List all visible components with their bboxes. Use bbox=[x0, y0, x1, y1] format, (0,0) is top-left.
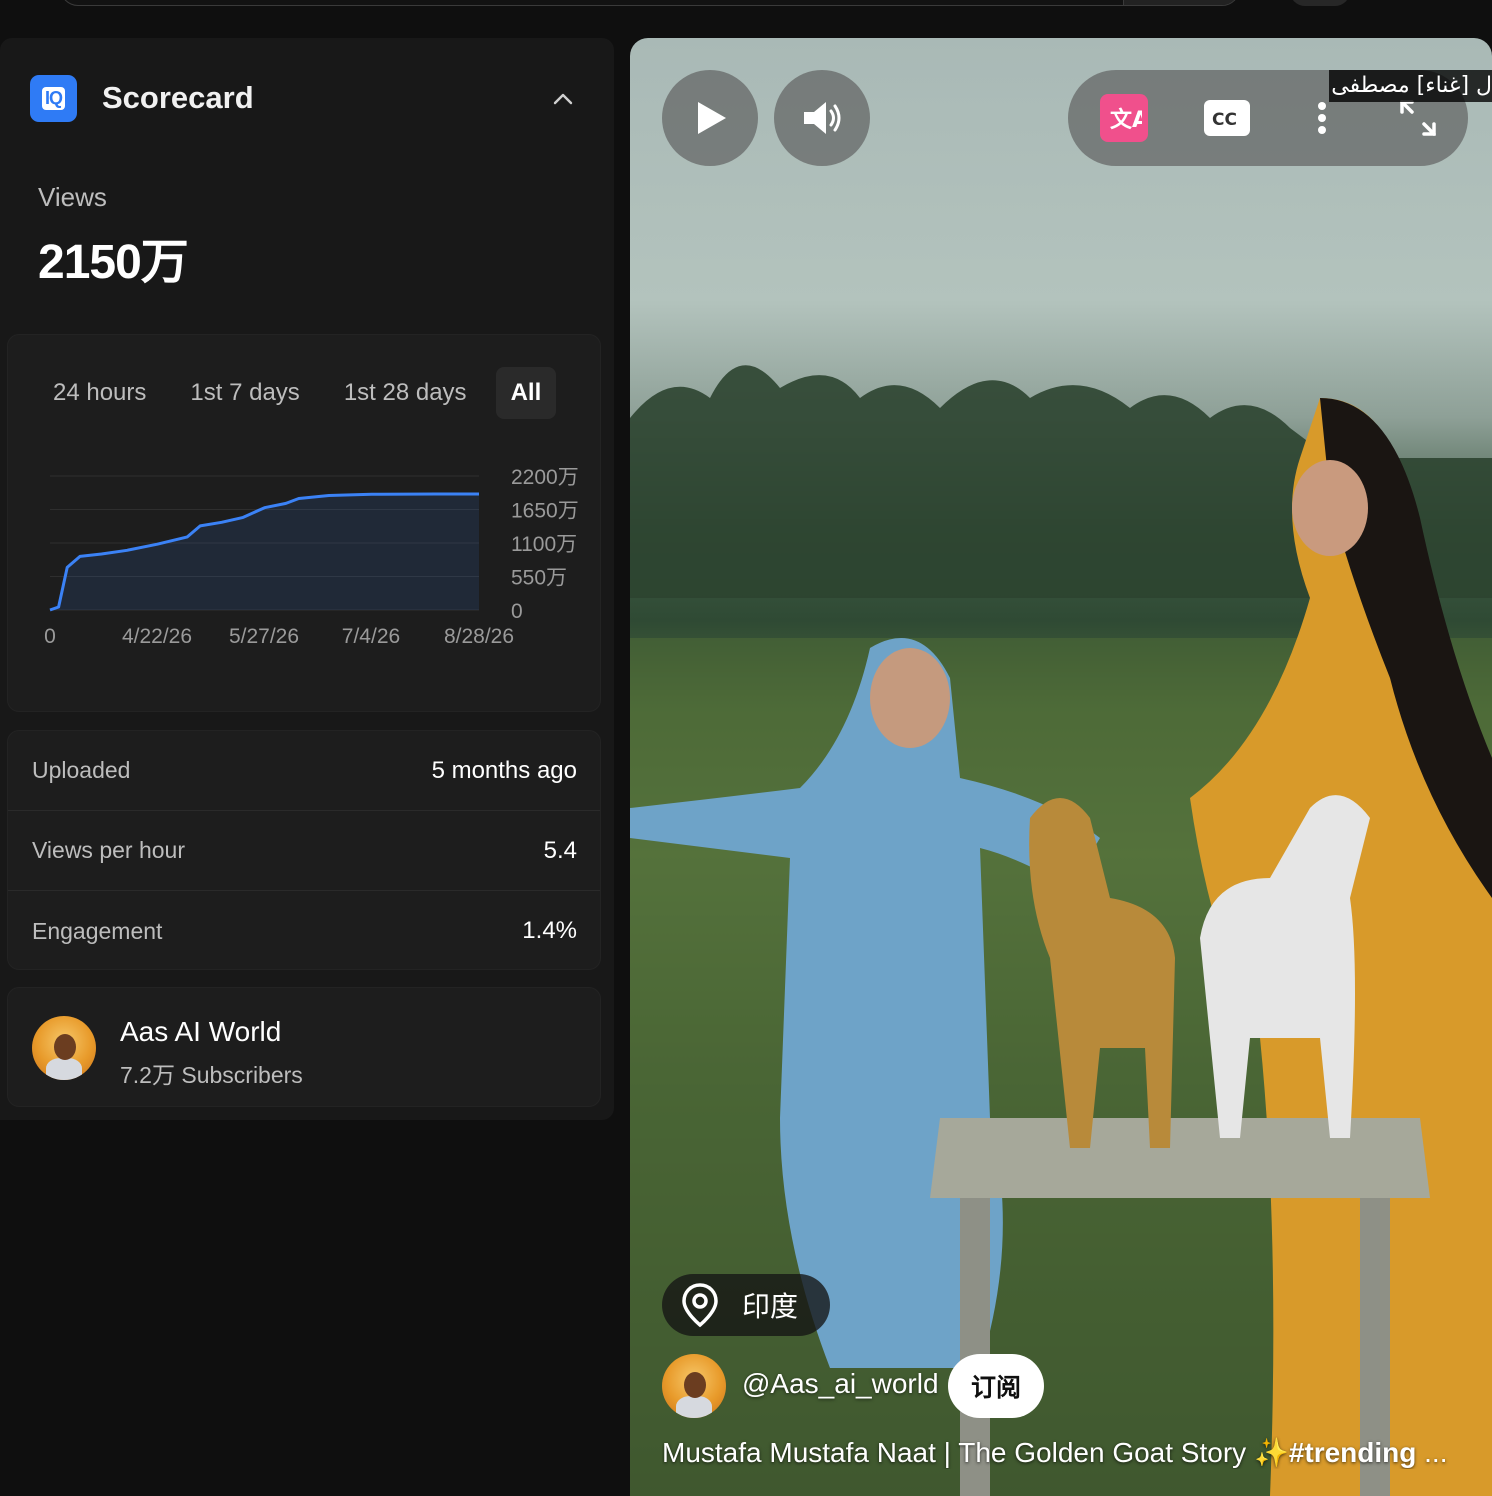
y-tick-label: 1650万 bbox=[511, 500, 579, 523]
video-title[interactable]: Mustafa Mustafa Naat | The Golden Goat S… bbox=[662, 1436, 1462, 1469]
play-icon bbox=[698, 102, 726, 134]
views-value: 2150万 bbox=[38, 236, 189, 289]
location-pill[interactable]: 印度 bbox=[662, 1274, 831, 1336]
channel-handle[interactable]: @Aas_ai_world bbox=[742, 1368, 939, 1400]
stat-label: Engagement bbox=[32, 917, 163, 944]
stats-card: Uploaded 5 months ago Views per hour 5.4… bbox=[7, 730, 601, 970]
views-chart: 2200万 1650万 1100万 550万 0 0 4/22/26 5/27/26 7/4/2… bbox=[44, 466, 579, 648]
x-tick-label: 7/4/26 bbox=[342, 625, 400, 648]
stat-row-engagement: Engagement 1.4% bbox=[8, 891, 600, 969]
caption-overlay: ل [غناء] مصطفى bbox=[1329, 70, 1492, 102]
channel-avatar[interactable] bbox=[32, 1016, 96, 1080]
volume-button[interactable] bbox=[774, 70, 870, 166]
location-label: 印度 bbox=[742, 1290, 799, 1323]
play-button[interactable] bbox=[662, 70, 758, 166]
stat-row-views-per-hour: Views per hour 5.4 bbox=[8, 811, 600, 891]
video-player[interactable]: 文A CC ل [غناء] مصطفى 印度 @Aas_ai_world 订阅… bbox=[630, 38, 1492, 1496]
fullscreen-icon[interactable] bbox=[1398, 98, 1438, 138]
channel-subscribers: 7.2万 Subscribers bbox=[120, 1062, 303, 1088]
stat-row-uploaded: Uploaded 5 months ago bbox=[8, 731, 600, 811]
video-title-text: Mustafa Mustafa Naat | The Golden Goat S… bbox=[662, 1437, 1289, 1468]
search-bar[interactable] bbox=[60, 0, 1240, 6]
y-tick-label: 1100万 bbox=[511, 533, 577, 556]
svg-text:文A: 文A bbox=[1110, 107, 1142, 133]
translate-icon[interactable]: 文A bbox=[1100, 94, 1148, 142]
views-label: Views bbox=[38, 182, 107, 212]
cc-icon[interactable]: CC bbox=[1204, 100, 1250, 136]
scorecard-panel: IQ Scorecard Views 2150万 24 hours 1st 7 … bbox=[0, 38, 614, 1120]
chevron-up-icon[interactable] bbox=[546, 82, 580, 116]
volume-icon bbox=[804, 102, 841, 134]
channel-card[interactable]: Aas AI World 7.2万 Subscribers bbox=[7, 987, 601, 1107]
y-tick-label: 0 bbox=[511, 600, 523, 623]
svg-text:CC: CC bbox=[1212, 110, 1237, 129]
owner-avatar[interactable] bbox=[662, 1354, 726, 1418]
more-vert-icon[interactable] bbox=[1304, 100, 1340, 136]
vidiq-logo: IQ bbox=[30, 74, 77, 122]
x-tick-label: 5/27/26 bbox=[229, 625, 299, 648]
stat-label: Views per hour bbox=[32, 837, 185, 863]
y-tick-label: 2200万 bbox=[511, 466, 579, 489]
video-title-hashtag[interactable]: #trending bbox=[1289, 1437, 1417, 1468]
views-chart-card: 24 hours 1st 7 days 1st 28 days All 2200… bbox=[7, 334, 601, 712]
location-pin-icon bbox=[682, 1283, 718, 1328]
stat-value: 1.4% bbox=[522, 917, 577, 944]
video-title-ellipsis: ... bbox=[1416, 1437, 1448, 1468]
channel-name[interactable]: Aas AI World bbox=[120, 1016, 281, 1048]
search-button[interactable] bbox=[1123, 0, 1239, 5]
y-tick-label: 550万 bbox=[511, 567, 567, 590]
stat-value: 5.4 bbox=[543, 836, 577, 864]
stat-label: Uploaded bbox=[32, 757, 131, 783]
panel-title: Scorecard bbox=[102, 80, 254, 115]
panel-header: IQ Scorecard bbox=[30, 74, 590, 122]
x-tick-label: 8/28/26 bbox=[444, 625, 514, 648]
subscribe-button[interactable]: 订阅 bbox=[948, 1354, 1044, 1418]
x-tick-label: 0 bbox=[44, 625, 56, 648]
stat-value: 5 months ago bbox=[431, 756, 577, 784]
top-bar bbox=[0, 0, 1492, 38]
x-tick-label: 4/22/26 bbox=[122, 625, 192, 648]
top-round-button[interactable] bbox=[1290, 0, 1350, 6]
